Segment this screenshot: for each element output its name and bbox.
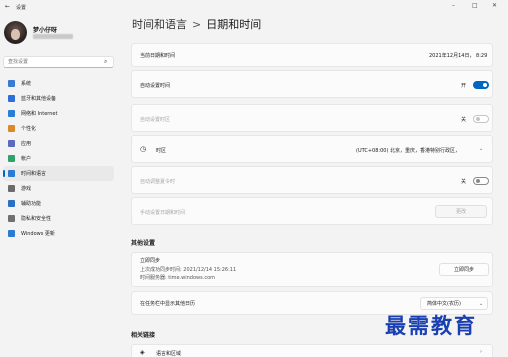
chevron-right-icon: › <box>480 349 482 355</box>
auto-time-toggle[interactable] <box>473 81 489 89</box>
change-button[interactable]: 更改 <box>435 205 487 218</box>
auto-timezone-state: 关 <box>461 117 467 123</box>
sidebar-nav: 系统蓝牙和其他设备 网络和 Internet 个性化应用帐户时间和语言游戏辅助功能隐… <box>0 76 118 241</box>
user-name: 梦小仔呀 <box>33 27 58 34</box>
sync-now-button[interactable]: 立即同步 <box>439 263 489 276</box>
sidebar-item-label: 蓝牙和其他设备 <box>21 96 57 102</box>
dst-state: 关 <box>461 179 467 185</box>
app-title: 设置 <box>16 5 27 11</box>
title-bar: ← 设置 – □ ✕ <box>0 0 508 14</box>
dst-toggle[interactable] <box>473 177 489 185</box>
breadcrumb-separator: > <box>192 18 202 31</box>
auto-timezone-toggle[interactable] <box>473 115 489 123</box>
globe-clock-icon: ◷ <box>140 145 147 153</box>
auto-time-label: 自动设置时间 <box>140 83 171 89</box>
sidebar-item[interactable]: 网络和 Internet <box>3 106 114 121</box>
timezone-card: ◷ 时区 (UTC+08:00) 北京，重庆，香港特别行政区， ⌄ <box>131 135 493 163</box>
manual-time-label: 手动设置日期和时间 <box>140 210 186 216</box>
sidebar-item-label: 时间和语言 <box>21 171 47 177</box>
sidebar-item-label: 应用 <box>21 141 32 147</box>
minimize-icon[interactable]: – <box>452 2 455 9</box>
sync-card: 立即同步 上次成功同步时间: 2021/12/14 15:26:11 时间服务器… <box>131 252 493 287</box>
sidebar: 梦小仔呀 ⌕ 系统蓝牙和其他设备网络和 Internet 个性化应用帐户时间和语言… <box>0 14 118 357</box>
breadcrumb-parent[interactable]: 时间和语言 <box>132 18 187 31</box>
sidebar-item[interactable]: 帐户 <box>3 151 114 166</box>
calendar-label: 在任务栏中显示其他日历 <box>140 301 196 307</box>
sidebar-item-label: 帐户 <box>21 156 32 162</box>
calendar-select-value: 简体中文(农历) <box>427 301 461 307</box>
sidebar-item[interactable]: 系统 <box>3 76 114 91</box>
sidebar-item[interactable]: 应用 <box>3 136 114 151</box>
sidebar-item[interactable]: 隐私和安全性 <box>3 211 114 226</box>
maximize-icon[interactable]: □ <box>472 2 478 9</box>
sidebar-item-label: 个性化 <box>21 126 37 132</box>
back-arrow-icon[interactable]: ← <box>5 3 10 10</box>
related-links-heading: 相关链接 <box>131 332 156 339</box>
current-time-label: 当前日期和时间 <box>140 53 176 59</box>
nav-item-icon <box>8 95 15 102</box>
auto-timezone-label: 自动设置时区 <box>140 117 171 123</box>
sidebar-item-label: 游戏 <box>21 186 32 192</box>
language-region-label: 语言和区域 <box>156 351 182 357</box>
calendar-select[interactable]: 简体中文(农历) ⌄ <box>420 297 488 310</box>
nav-item-icon <box>8 110 15 117</box>
sidebar-item[interactable]: 游戏 <box>3 181 114 196</box>
nav-item-icon <box>8 215 15 222</box>
user-email-redacted <box>33 34 73 39</box>
auto-time-state: 开 <box>461 83 467 89</box>
sidebar-item-label: Windows 更新 <box>21 231 55 237</box>
language-icon: ◈ <box>140 349 145 356</box>
timezone-select[interactable]: (UTC+08:00) 北京，重庆，香港特别行政区， <box>356 147 460 154</box>
nav-item-icon <box>8 230 15 237</box>
chevron-down-icon[interactable]: ⌄ <box>479 146 483 152</box>
auto-timezone-card: 自动设置时区 关 <box>131 104 493 132</box>
close-icon[interactable]: ✕ <box>492 2 497 9</box>
sidebar-item-label: 辅助功能 <box>21 201 42 207</box>
nav-item-icon <box>8 155 15 162</box>
other-settings-heading: 其他设置 <box>131 240 156 247</box>
auto-time-card: 自动设置时间 开 <box>131 70 493 98</box>
breadcrumb: 时间和语言 > 日期和时间 <box>132 16 261 32</box>
watermark: 最需教育 <box>385 313 477 338</box>
nav-item-icon <box>8 80 15 87</box>
search-input[interactable] <box>3 56 114 68</box>
sidebar-item[interactable]: 时间和语言 <box>3 166 114 181</box>
sidebar-item-label: 网络和 Internet <box>21 111 58 117</box>
nav-item-icon <box>8 185 15 192</box>
sync-server: 时间服务器: time.windows.com <box>140 275 216 281</box>
nav-item-icon <box>8 140 15 147</box>
nav-item-icon <box>8 125 15 132</box>
sidebar-item-label: 隐私和安全性 <box>21 216 52 222</box>
page-title: 日期和时间 <box>206 18 262 31</box>
sync-title: 立即同步 <box>140 258 161 264</box>
current-time-value: 2021年12月14日， 8:29 <box>429 53 488 59</box>
avatar[interactable] <box>4 21 27 44</box>
nav-item-icon <box>8 170 15 177</box>
toggle-knob <box>476 117 480 121</box>
timezone-label: 时区 <box>156 148 167 154</box>
sidebar-item[interactable]: 个性化 <box>3 121 114 136</box>
toggle-knob <box>476 179 480 183</box>
sync-last-time: 上次成功同步时间: 2021/12/14 15:26:11 <box>140 267 237 273</box>
manual-time-card: 手动设置日期和时间 更改 <box>131 197 493 225</box>
dst-label: 自动调整夏令时 <box>140 179 176 185</box>
sidebar-item[interactable]: Windows 更新 <box>3 226 114 241</box>
sidebar-item-label: 系统 <box>21 81 32 87</box>
chevron-down-icon: ⌄ <box>479 301 484 307</box>
toggle-knob <box>483 83 487 87</box>
dst-card: 自动调整夏令时 关 <box>131 166 493 194</box>
sidebar-item[interactable]: 辅助功能 <box>3 196 114 211</box>
sidebar-item[interactable]: 蓝牙和其他设备 <box>3 91 114 106</box>
current-time-card: 当前日期和时间 2021年12月14日， 8:29 <box>131 43 493 67</box>
nav-item-icon <box>8 200 15 207</box>
language-region-link[interactable]: ◈ 语言和区域 › <box>131 344 493 357</box>
search-icon[interactable]: ⌕ <box>104 58 107 66</box>
